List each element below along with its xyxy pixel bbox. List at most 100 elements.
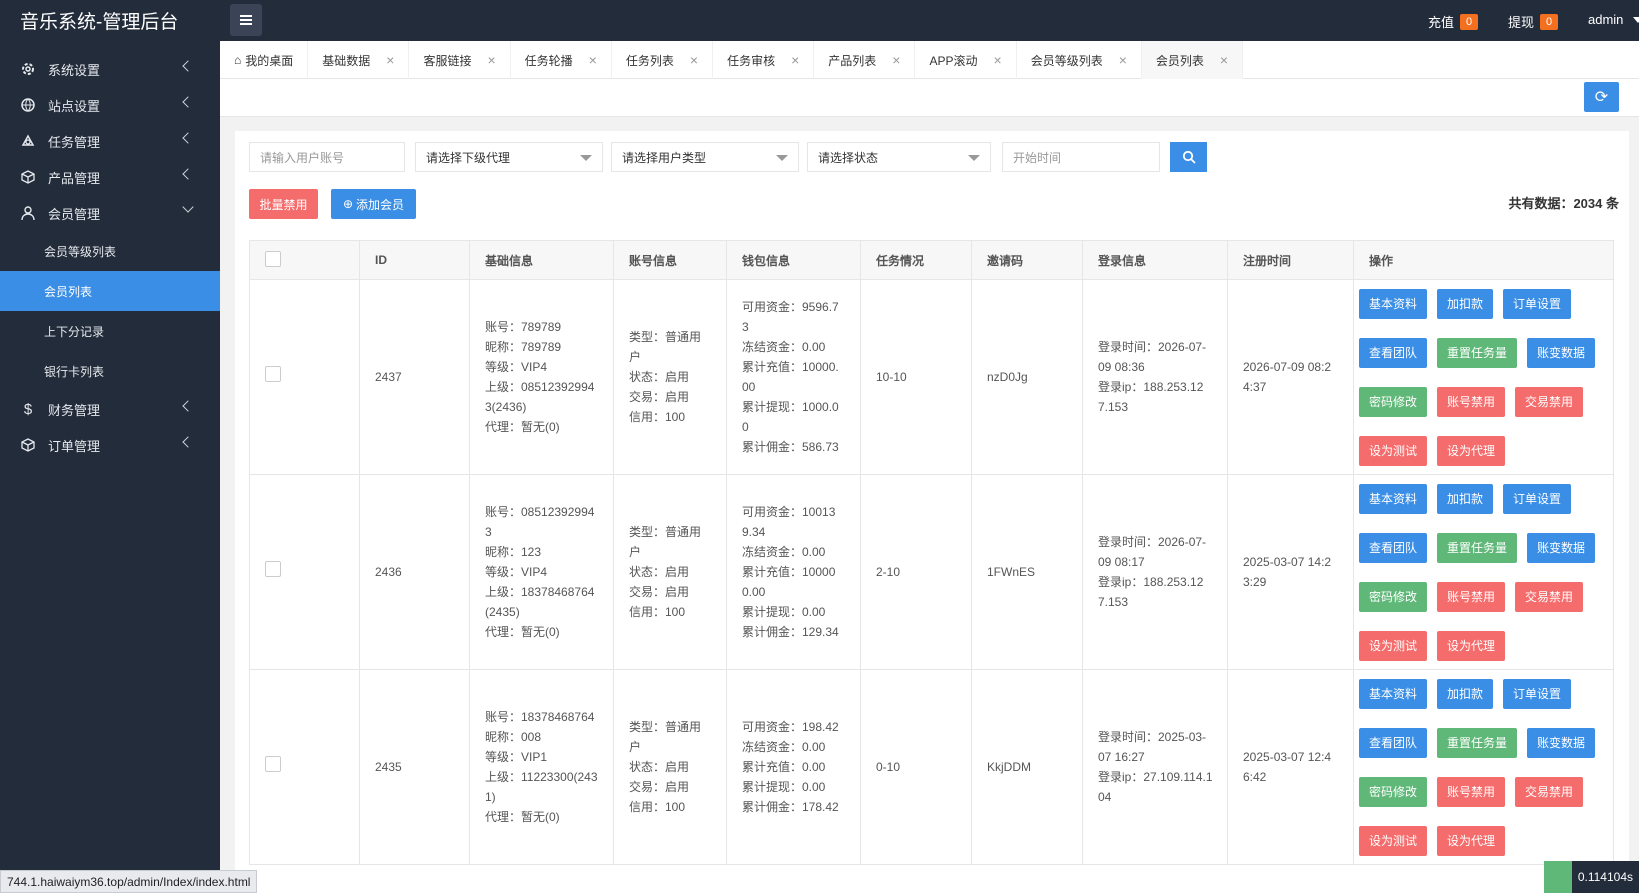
add-member-button[interactable]: ⊕ 添加会员 — [331, 189, 416, 219]
tab-product-list[interactable]: 产品列表 × — [814, 41, 916, 79]
ban-account-button[interactable]: 账号禁用 — [1437, 776, 1506, 807]
tab-member-levels[interactable]: 会员等级列表 × — [1017, 41, 1142, 79]
search-button[interactable] — [1170, 142, 1207, 172]
change-password-button[interactable]: 密码修改 — [1359, 386, 1428, 417]
tab-service-link[interactable]: 客服链接 × — [409, 41, 511, 79]
ban-account-button[interactable]: 账号禁用 — [1437, 581, 1506, 612]
balance-changes-button[interactable]: 账变数据 — [1527, 337, 1596, 368]
chevron-left-icon — [182, 168, 194, 180]
sidebar-item-task-management[interactable]: 任务管理 — [0, 123, 220, 159]
view-team-button[interactable]: 查看团队 — [1359, 532, 1428, 563]
login-info-cell-line: 09 08:17 — [1098, 555, 1145, 569]
wallet-info-cell-line: 可用资金：198.42 — [742, 720, 839, 734]
refresh-button[interactable]: ⟳ — [1584, 82, 1619, 112]
recharge-badge: 0 — [1460, 13, 1479, 30]
ban-trade-button[interactable]: 交易禁用 — [1515, 581, 1584, 612]
account-info-cell-line: 状态：启用 — [629, 760, 690, 774]
ban-trade-button[interactable]: 交易禁用 — [1515, 776, 1584, 807]
order-settings-button[interactable]: 订单设置 — [1503, 288, 1572, 319]
tab-task-review[interactable]: 任务审核 × — [713, 41, 815, 79]
balance-changes-button[interactable]: 账变数据 — [1527, 727, 1596, 758]
basic-info-cell-line: 代理：暂无(0) — [485, 420, 560, 434]
basic-info-cell-line: 1) — [485, 790, 496, 804]
sidebar-subitem-member-levels[interactable]: 会员等级列表 — [0, 231, 220, 271]
adjust-balance-button[interactable]: 加扣款 — [1437, 483, 1494, 514]
sidebar-item-label: 产品管理 — [48, 170, 101, 186]
ban-trade-button[interactable]: 交易禁用 — [1515, 386, 1584, 417]
row-checkbox[interactable] — [265, 366, 281, 382]
sidebar-item-label: 订单管理 — [48, 438, 101, 454]
row-checkbox[interactable] — [265, 561, 281, 577]
withdraw-link[interactable]: 提现 0 — [1508, 12, 1559, 31]
sidebar-item-finance-management[interactable]: $ 财务管理 — [0, 391, 220, 427]
close-icon[interactable]: × — [1220, 52, 1228, 68]
set-test-button[interactable]: 设为测试 — [1359, 825, 1428, 856]
actions-row: 设为测试 设为代理 — [1359, 435, 1608, 466]
status-select[interactable]: 请选择状态 — [807, 142, 991, 172]
tab-member-list[interactable]: 会员列表 × — [1141, 41, 1244, 79]
order-settings-button[interactable]: 订单设置 — [1503, 678, 1572, 709]
ban-account-button[interactable]: 账号禁用 — [1437, 386, 1506, 417]
order-settings-button[interactable]: 订单设置 — [1503, 483, 1572, 514]
invite-code-cell: KkjDDM — [971, 669, 1083, 865]
close-icon[interactable]: × — [1119, 52, 1127, 68]
sidebar-subitem-bank-cards[interactable]: 银行卡列表 — [0, 351, 220, 391]
set-agent-button[interactable]: 设为代理 — [1437, 630, 1506, 661]
view-team-button[interactable]: 查看团队 — [1359, 727, 1428, 758]
total-count: 共有数据：2034 条 — [1508, 196, 1619, 211]
login-info-cell-line: 登录时间：2026-07- — [1098, 535, 1207, 549]
agent-select[interactable]: 请选择下级代理 — [415, 142, 603, 172]
set-test-button[interactable]: 设为测试 — [1359, 435, 1428, 466]
reset-task-button[interactable]: 重置任务量 — [1437, 727, 1518, 758]
account-search-input[interactable]: 请输入用户账号 — [249, 142, 405, 172]
tab-task-carousel[interactable]: 任务轮播 × — [511, 41, 612, 79]
recharge-link[interactable]: 充值 0 — [1428, 12, 1479, 31]
sidebar-item-member-management[interactable]: 会员管理 — [0, 195, 220, 231]
sidebar-item-site-settings[interactable]: 站点设置 — [0, 87, 220, 123]
tab-desktop[interactable]: ⌂ 我的桌面 — [220, 41, 309, 79]
tab-basic-data[interactable]: 基础数据 × — [308, 41, 410, 79]
wallet-info-cell-line: 累计佣金：586.73 — [742, 440, 839, 454]
balance-changes-button[interactable]: 账变数据 — [1527, 532, 1596, 563]
set-test-button[interactable]: 设为测试 — [1359, 630, 1428, 661]
close-icon[interactable]: × — [487, 52, 495, 68]
user-type-select[interactable]: 请选择用户类型 — [611, 142, 799, 172]
hamburger-icon — [240, 19, 252, 21]
basic-info-button[interactable]: 基本资料 — [1359, 483, 1428, 514]
change-password-button[interactable]: 密码修改 — [1359, 581, 1428, 612]
menu-toggle-button[interactable] — [230, 4, 262, 36]
reset-task-button[interactable]: 重置任务量 — [1437, 337, 1518, 368]
sidebar-subitem-member-list[interactable]: 会员列表 — [0, 271, 220, 311]
close-icon[interactable]: × — [386, 52, 394, 68]
adjust-balance-button[interactable]: 加扣款 — [1437, 678, 1494, 709]
close-icon[interactable]: × — [589, 52, 597, 68]
sidebar-item-product-management[interactable]: 产品管理 — [0, 159, 220, 195]
chevron-left-icon — [182, 96, 194, 108]
row-checkbox[interactable] — [265, 756, 281, 772]
basic-info-cell-line: 昵称：123 — [485, 545, 542, 559]
set-agent-button[interactable]: 设为代理 — [1437, 435, 1506, 466]
actions-cell: 基本资料 加扣款 订单设置查看团队 重置任务量 账变数据密码修改 账号禁用 交易禁用设为测试… — [1353, 279, 1614, 475]
close-icon[interactable]: × — [690, 52, 698, 68]
reset-task-button[interactable]: 重置任务量 — [1437, 532, 1518, 563]
change-password-button[interactable]: 密码修改 — [1359, 776, 1428, 807]
wallet-info-cell-line: 9.34 — [742, 525, 766, 539]
basic-info-button[interactable]: 基本资料 — [1359, 288, 1428, 319]
select-all-checkbox[interactable] — [265, 250, 281, 267]
tab-task-list[interactable]: 任务列表 × — [612, 41, 714, 79]
close-icon[interactable]: × — [892, 52, 900, 68]
sidebar-item-system-settings[interactable]: 系统设置 — [0, 51, 220, 87]
view-team-button[interactable]: 查看团队 — [1359, 337, 1428, 368]
sidebar-item-order-management[interactable]: 订单管理 — [0, 427, 220, 463]
adjust-balance-button[interactable]: 加扣款 — [1437, 288, 1494, 319]
user-menu[interactable]: admin — [1588, 12, 1639, 27]
sidebar-subitem-score-records[interactable]: 上下分记录 — [0, 311, 220, 351]
close-icon[interactable]: × — [994, 52, 1002, 68]
tab-app-scroll[interactable]: APP滚动 × — [915, 41, 1017, 79]
batch-ban-button[interactable]: 批量禁用 — [249, 189, 318, 219]
basic-info-button[interactable]: 基本资料 — [1359, 678, 1428, 709]
close-icon[interactable]: × — [791, 52, 799, 68]
start-time-input[interactable]: 开始时间 — [1002, 142, 1160, 172]
set-agent-button[interactable]: 设为代理 — [1437, 825, 1506, 856]
leaf-icon — [1543, 861, 1572, 893]
